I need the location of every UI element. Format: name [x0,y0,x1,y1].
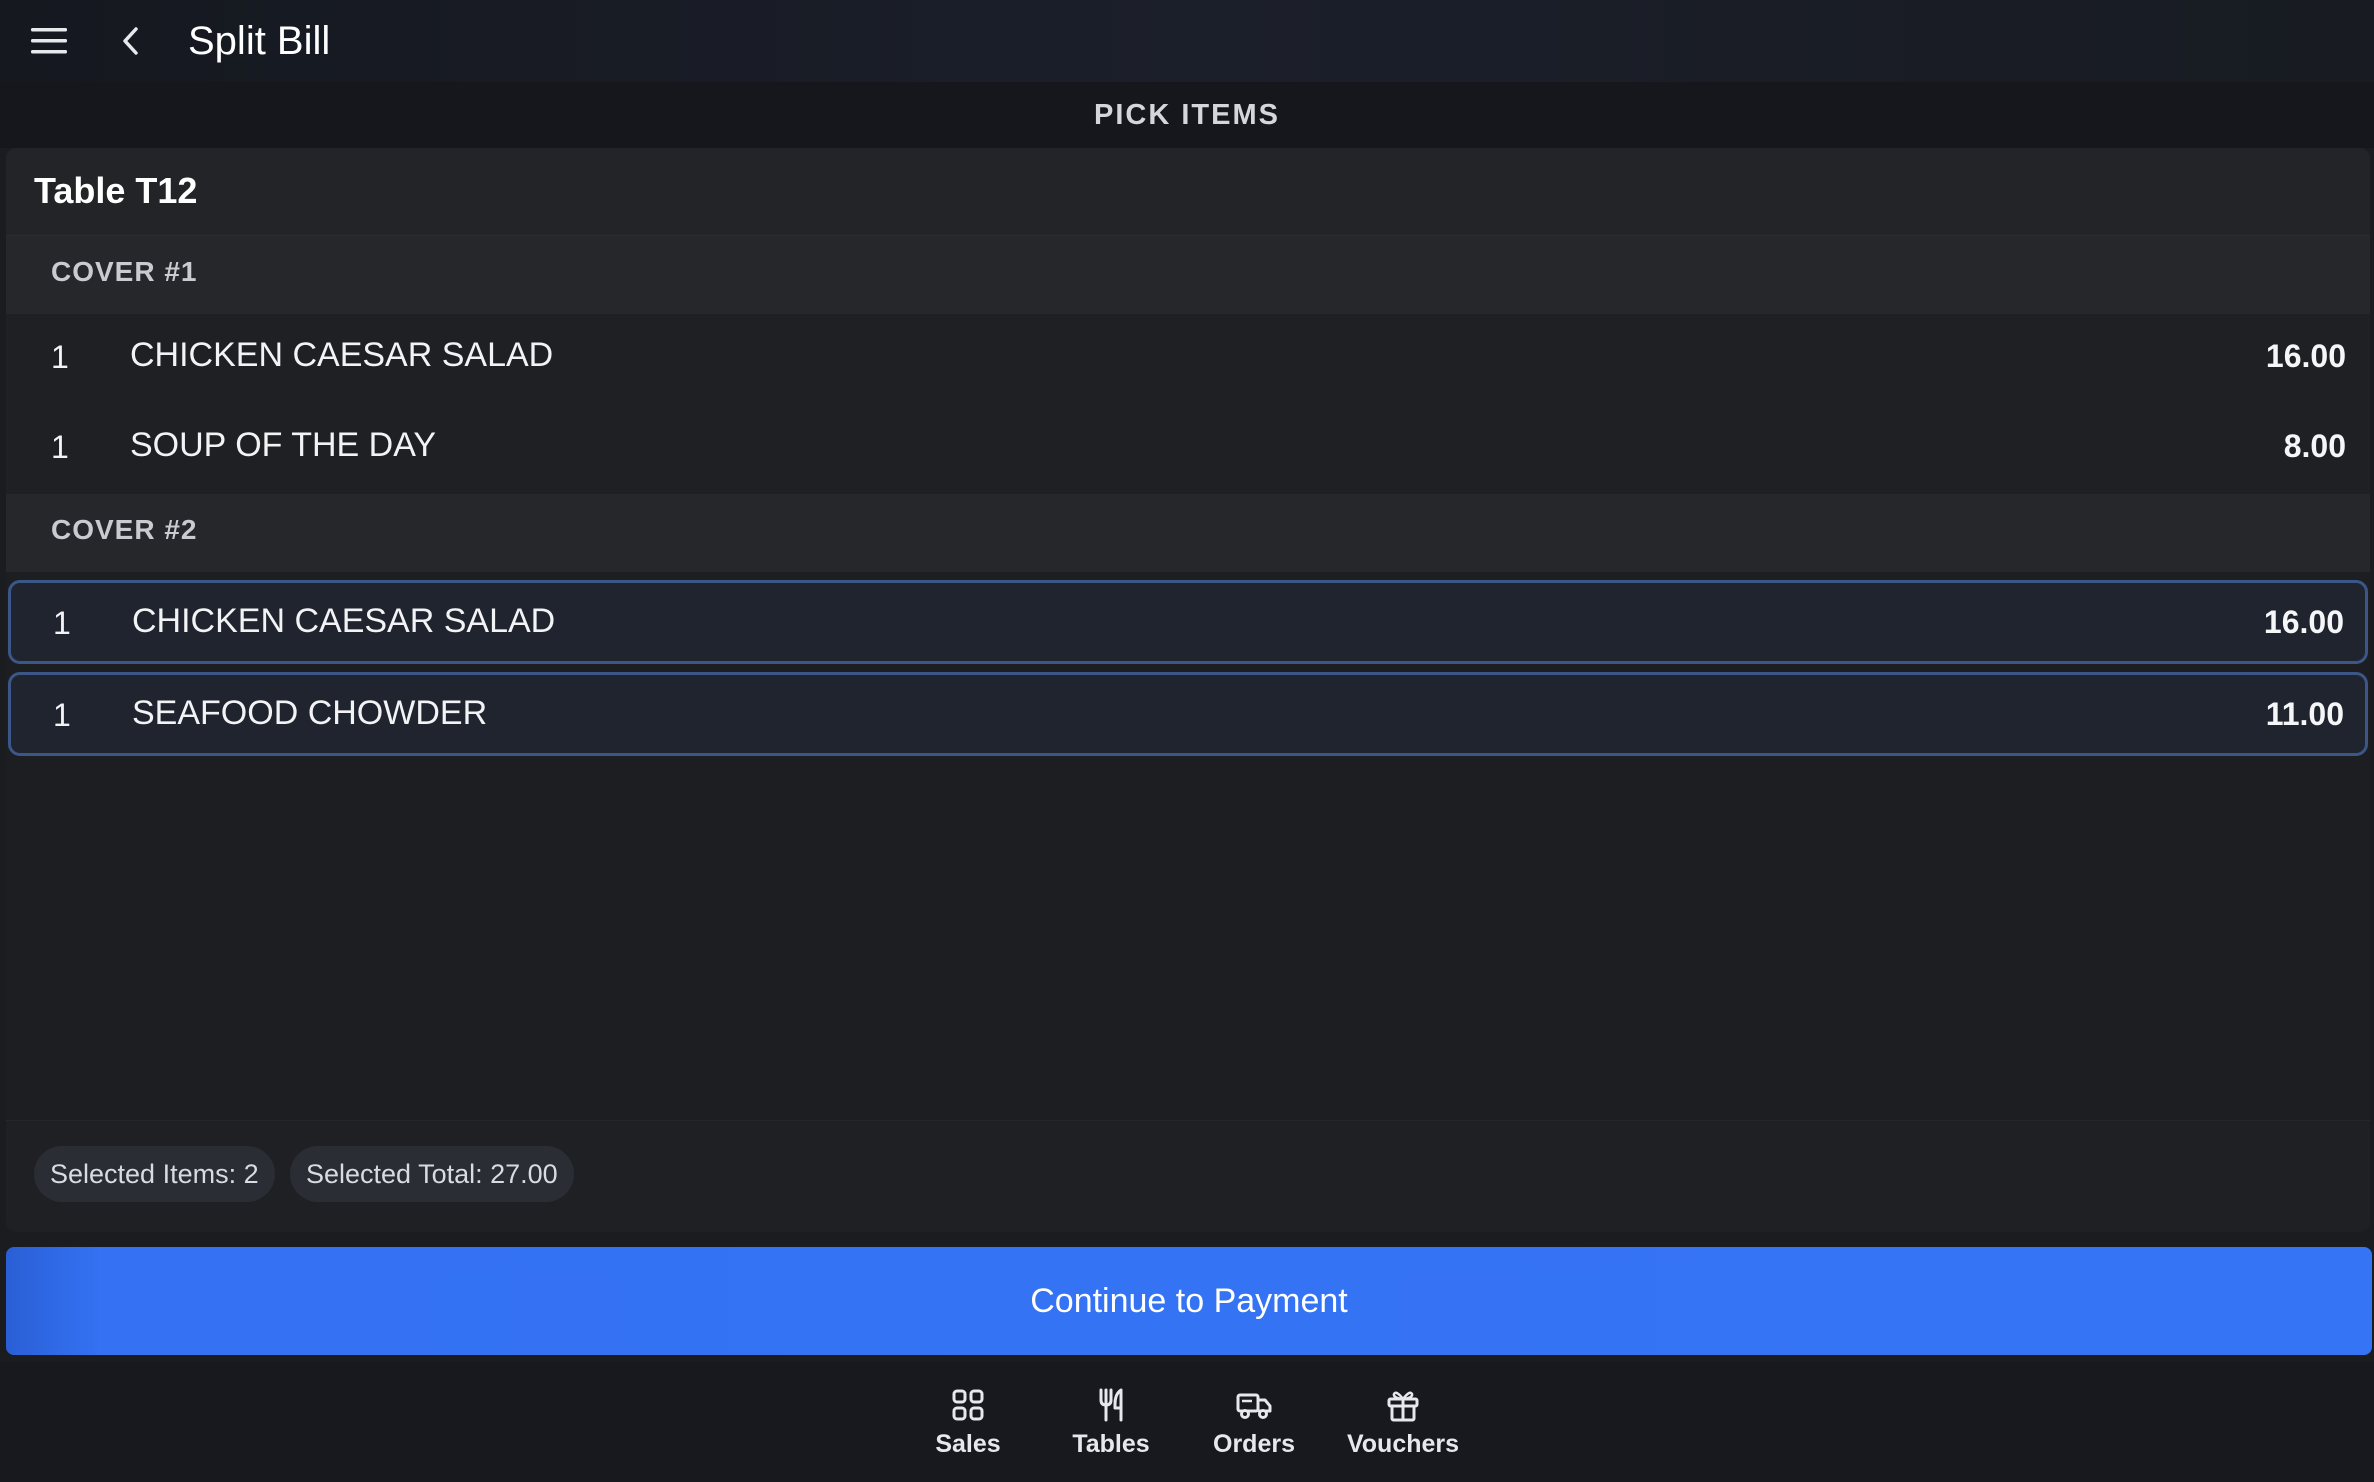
cover-label: COVER #1 [51,256,198,287]
chevron-left-icon [123,27,138,55]
fork-knife-icon [1099,1388,1123,1422]
nav-item-vouchers[interactable]: Vouchers [1338,1386,1468,1476]
section-header: PICK ITEMS [0,82,2374,148]
gift-icon [1387,1391,1419,1422]
item-quantity: 1 [53,605,71,641]
item-name: SOUP OF THE DAY [130,426,437,464]
table-header: Table T12 [6,148,2370,236]
menu-button[interactable] [22,16,76,66]
continue-to-payment-button[interactable]: Continue to Payment [6,1247,2372,1355]
item-price: 16.00 [2265,338,2346,374]
item-name: CHICKEN CAESAR SALAD [132,602,556,640]
nav-label: Tables [1072,1430,1150,1458]
cover-header: COVER #1 [6,236,2370,314]
page-title: Split Bill [188,19,331,63]
list-item[interactable]: 1 CHICKEN CAESAR SALAD 16.00 [6,314,2370,404]
nav-label: Orders [1213,1430,1295,1458]
nav-item-orders[interactable]: Orders [1189,1386,1319,1476]
item-quantity: 1 [51,429,69,465]
hamburger-menu-icon [31,28,67,54]
list-item-selected[interactable]: 1 CHICKEN CAESAR SALAD 16.00 [8,580,2368,664]
delivery-truck-icon [1236,1393,1272,1419]
grid-icon [952,1389,984,1421]
nav-item-tables[interactable]: Tables [1046,1386,1176,1476]
nav-item-sales[interactable]: Sales [903,1386,1033,1476]
list-item[interactable]: 1 SOUP OF THE DAY 8.00 [6,404,2370,494]
item-price: 8.00 [2283,428,2346,464]
bottom-nav: Sales Tables Orders Vouchers [0,1362,2374,1482]
item-name: SEAFOOD CHOWDER [132,694,488,732]
item-name: CHICKEN CAESAR SALAD [130,336,554,374]
item-quantity: 1 [53,697,71,733]
back-button[interactable] [106,16,156,66]
nav-label: Sales [935,1430,1001,1458]
item-price: 16.00 [2263,604,2344,640]
selected-items-badge: Selected Items: 2 [34,1146,275,1202]
selected-total-badge: Selected Total: 27.00 [290,1146,574,1202]
item-quantity: 1 [51,339,69,375]
order-card: Table T12 COVER #1 1 CHICKEN CAESAR SALA… [6,148,2370,1232]
cover-header: COVER #2 [6,494,2370,572]
section-title: PICK ITEMS [1094,98,1280,131]
app-bar: Split Bill [0,0,2374,82]
list-item-selected[interactable]: 1 SEAFOOD CHOWDER 11.00 [8,672,2368,756]
item-price: 11.00 [2265,696,2344,732]
table-name: Table T12 [34,170,198,211]
cover-label: COVER #2 [51,514,198,545]
nav-label: Vouchers [1346,1430,1460,1458]
